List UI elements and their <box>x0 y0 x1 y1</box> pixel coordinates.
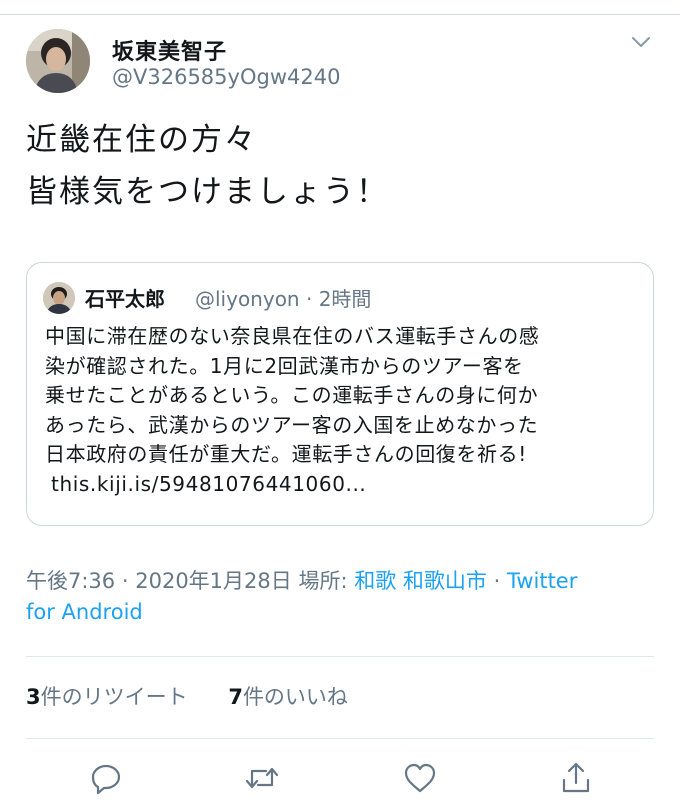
likes-label: 件のいいね <box>242 685 348 709</box>
quoted-author-avatar <box>43 282 75 314</box>
quoted-text-line: 中国に滞在歴のない奈良県在住のバス運転手さんの感 <box>45 324 540 348</box>
retweets-label: 件のリツイート <box>40 685 188 709</box>
quoted-tweet-card[interactable]: 石平太郎 @liyonyon · 2時間 中国に滞在歴のない奈良県在住のバス運転… <box>26 262 654 526</box>
quoted-separator: · <box>305 287 313 311</box>
location-label: 場所: <box>298 569 348 593</box>
tweet-time[interactable]: 午後7:36 <box>26 569 115 593</box>
quoted-author-name: 石平太郎 <box>85 287 165 311</box>
divider <box>26 738 654 739</box>
source-link-continued[interactable]: for Android <box>26 597 577 628</box>
chevron-down-icon[interactable] <box>630 34 652 50</box>
quoted-link[interactable]: this.kiji.is/59481076441060... <box>45 470 645 500</box>
retweets-count: 3 <box>26 685 41 709</box>
source-link[interactable]: Twitter <box>507 569 577 593</box>
author-name[interactable]: 坂東美智子 <box>112 34 227 66</box>
tweet-text: 近畿在住の方々 皆様気をつけましょう！ <box>26 114 389 218</box>
share-icon[interactable] <box>558 760 594 796</box>
like-icon[interactable] <box>402 760 438 796</box>
divider <box>26 656 654 657</box>
location-link[interactable]: 和歌 和歌山市 <box>354 569 487 593</box>
tweet-date[interactable]: 2020年1月28日 <box>135 569 292 593</box>
tweet-text-line: 皆様気をつけましょう！ <box>26 174 389 210</box>
tweet-meta: 午後7:36 · 2020年1月28日 場所: 和歌 和歌山市 · Twitte… <box>26 566 577 628</box>
author-handle[interactable]: @V326585yOgw4240 <box>112 65 340 89</box>
likes-stat[interactable]: 7件のいいね <box>228 681 348 711</box>
meta-row: 午後7:36 · 2020年1月28日 場所: 和歌 和歌山市 · Twitte… <box>26 566 577 597</box>
quoted-tweet-text: 中国に滞在歴のない奈良県在住のバス運転手さんの感 染が確認された。1月に2回武漢… <box>45 322 645 499</box>
quoted-text-line: 日本政府の責任が重大だ。運転手さんの回復を祈る! <box>45 442 527 466</box>
meta-separator: · <box>121 569 129 593</box>
quoted-meta: @liyonyon · 2時間 <box>195 283 371 312</box>
likes-count: 7 <box>228 685 243 709</box>
quoted-time-ago: 2時間 <box>318 287 372 311</box>
meta-separator: · <box>493 569 501 593</box>
quoted-author-handle: @liyonyon <box>195 287 300 311</box>
top-divider <box>0 14 680 15</box>
retweet-icon[interactable] <box>244 760 280 796</box>
retweets-stat[interactable]: 3件のリツイート <box>26 681 188 711</box>
tweet-header: 坂東美智子 @V326585yOgw4240 <box>26 28 656 98</box>
engagement-stats: 3件のリツイート 7件のいいね <box>26 681 348 711</box>
quoted-text-line: あったら、武漢からのツアー客の入国を止めなかった <box>45 412 539 437</box>
tweet-text-line: 近畿在住の方々 <box>26 122 257 158</box>
quoted-text-line: 乗せたことがあるという。この運転手さんの身に何か <box>45 383 539 407</box>
quoted-text-line: 染が確認された。1月に2回武漢市からのツアー客を <box>45 353 524 378</box>
reply-icon[interactable] <box>88 760 124 796</box>
author-avatar[interactable] <box>26 29 90 93</box>
